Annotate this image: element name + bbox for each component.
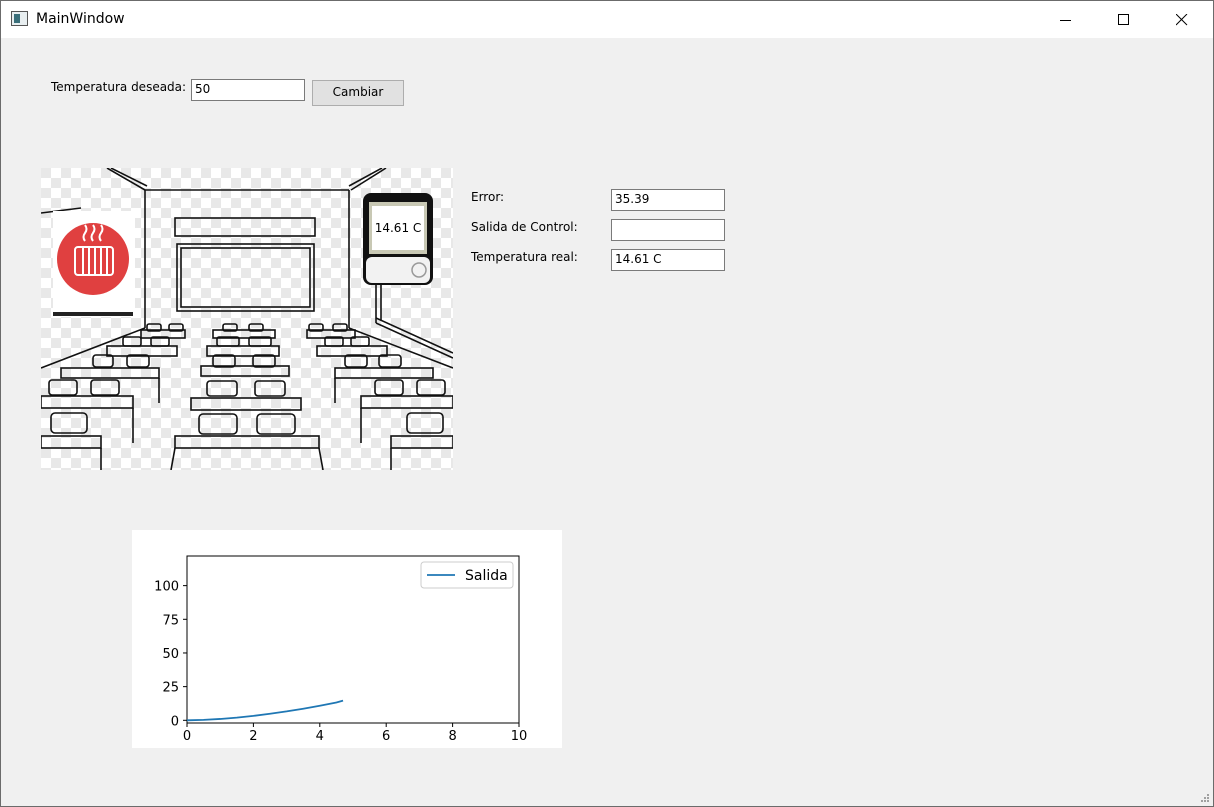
series-line-salida xyxy=(186,699,344,722)
close-icon xyxy=(1176,13,1188,25)
x-tick-label: 10 xyxy=(511,729,528,744)
minimize-button[interactable] xyxy=(1037,1,1095,38)
heater-panel xyxy=(53,211,135,317)
main-window: MainWindow Temperatura deseada: 50 Cambi… xyxy=(0,0,1214,807)
window-title: MainWindow xyxy=(36,11,125,27)
error-field[interactable]: 35.39 xyxy=(611,189,725,211)
thermometer-readout: 14.61 C xyxy=(372,206,424,250)
y-tick-label: 0 xyxy=(171,714,179,729)
desired-temperature-label: Temperatura deseada: xyxy=(51,80,187,94)
output-plot: 0 2 4 6 8 10 0 25 50 75 100 Salida xyxy=(132,530,562,748)
maximize-button[interactable] xyxy=(1095,1,1153,38)
y-tick-label: 100 xyxy=(154,580,179,595)
error-label: Error: xyxy=(471,190,505,204)
control-output-label: Salida de Control: xyxy=(471,220,578,234)
resize-grip-icon[interactable] xyxy=(1200,793,1210,803)
output-chart: 0 2 4 6 8 100255075100Salida xyxy=(154,555,528,744)
x-tick-label: 0 xyxy=(183,729,191,744)
legend-label: Salida xyxy=(465,568,508,584)
minimize-icon xyxy=(1060,19,1071,21)
y-tick-label: 75 xyxy=(162,613,179,628)
x-tick-label: 6 xyxy=(382,729,390,744)
classroom-scene: 14.61 C xyxy=(41,168,453,470)
x-tick-label: 2 xyxy=(249,729,257,744)
y-tick-label: 25 xyxy=(162,681,179,696)
x-tick-label: 4 xyxy=(316,729,324,744)
heater-icon xyxy=(53,223,133,316)
desired-temperature-input[interactable]: 50 xyxy=(191,79,305,101)
x-tick-label: 8 xyxy=(448,729,456,744)
maximize-icon xyxy=(1118,13,1129,25)
close-button[interactable] xyxy=(1153,1,1211,38)
y-tick-label: 50 xyxy=(162,647,179,662)
change-button[interactable]: Cambiar xyxy=(312,80,404,106)
real-temperature-field[interactable]: 14.61 C xyxy=(611,249,725,271)
real-temperature-label: Temperatura real: xyxy=(471,250,578,264)
title-bar: MainWindow xyxy=(1,1,1213,38)
control-output-field[interactable] xyxy=(611,219,725,241)
thermometer-panel: 14.61 C xyxy=(363,193,433,285)
app-window-icon xyxy=(11,11,28,26)
